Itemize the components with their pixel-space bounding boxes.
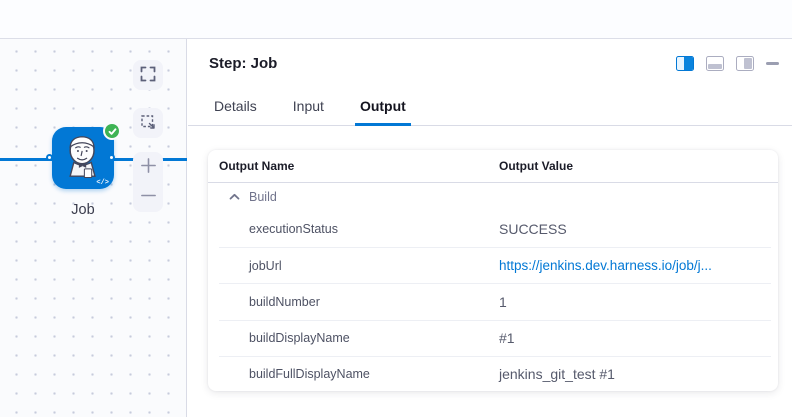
tab-details[interactable]: Details [209, 98, 262, 126]
output-table-card: Output Name Output Value Build execution… [208, 150, 778, 391]
zoom-out-icon [140, 187, 157, 207]
code-icon: </> [96, 179, 109, 187]
marquee-select-icon [140, 114, 156, 133]
table-header-row: Output Name Output Value [208, 150, 778, 183]
layout-right-icon[interactable] [736, 56, 754, 71]
column-header-output-name: Output Name [219, 159, 499, 173]
minimize-icon[interactable] [766, 62, 779, 65]
table-row: buildNumber1 [219, 283, 771, 319]
pipeline-canvas[interactable]: </> Job [0, 39, 187, 417]
build-group-toggle[interactable]: Build [208, 183, 778, 211]
output-value: jenkins_git_test #1 [499, 366, 771, 382]
tab-input[interactable]: Input [288, 98, 329, 126]
output-name: jobUrl [249, 259, 499, 273]
output-name: buildDisplayName [249, 331, 499, 345]
output-name: executionStatus [249, 222, 499, 236]
output-value: SUCCESS [499, 221, 771, 237]
table-row: buildFullDisplayNamejenkins_git_test #1 [219, 356, 771, 391]
panel-header: Step: Job [188, 39, 792, 72]
zoom-out-button[interactable] [133, 182, 163, 212]
step-details-panel: Step: Job Details Input Output Output Name… [188, 39, 792, 417]
table-row: jobUrlhttps://jenkins.dev.harness.io/job… [219, 247, 771, 283]
layout-bottom-icon[interactable] [706, 56, 724, 71]
column-header-output-value: Output Value [499, 159, 778, 173]
panel-layout-controls [676, 55, 779, 71]
zoom-controls [133, 152, 163, 212]
output-name: buildFullDisplayName [249, 367, 499, 381]
zoom-in-button[interactable] [133, 152, 163, 182]
node-label: Job [33, 202, 133, 218]
group-label: Build [249, 190, 277, 204]
fullscreen-button[interactable] [133, 60, 163, 90]
output-value: #1 [499, 330, 771, 346]
node-port-in[interactable] [46, 154, 53, 161]
success-check-icon [103, 122, 121, 140]
fullscreen-icon [140, 66, 156, 85]
table-row: buildDisplayName#1 [219, 320, 771, 356]
tab-output[interactable]: Output [355, 98, 411, 126]
marquee-select-button[interactable] [133, 108, 163, 138]
jenkins-icon [61, 132, 105, 185]
top-bar [0, 0, 792, 39]
output-rows: executionStatusSUCCESSjobUrlhttps://jenk… [219, 211, 771, 391]
node-port-out[interactable] [108, 154, 115, 161]
panel-title: Step: Job [209, 55, 277, 72]
tabs: Details Input Output [188, 98, 792, 126]
chevron-up-icon [229, 190, 240, 204]
zoom-in-icon [140, 157, 157, 177]
output-value-link[interactable]: https://jenkins.dev.harness.io/job/j... [499, 258, 771, 273]
output-value: 1 [499, 294, 771, 310]
table-row: executionStatusSUCCESS [219, 211, 771, 247]
output-name: buildNumber [249, 295, 499, 309]
layout-split-icon[interactable] [676, 56, 694, 71]
